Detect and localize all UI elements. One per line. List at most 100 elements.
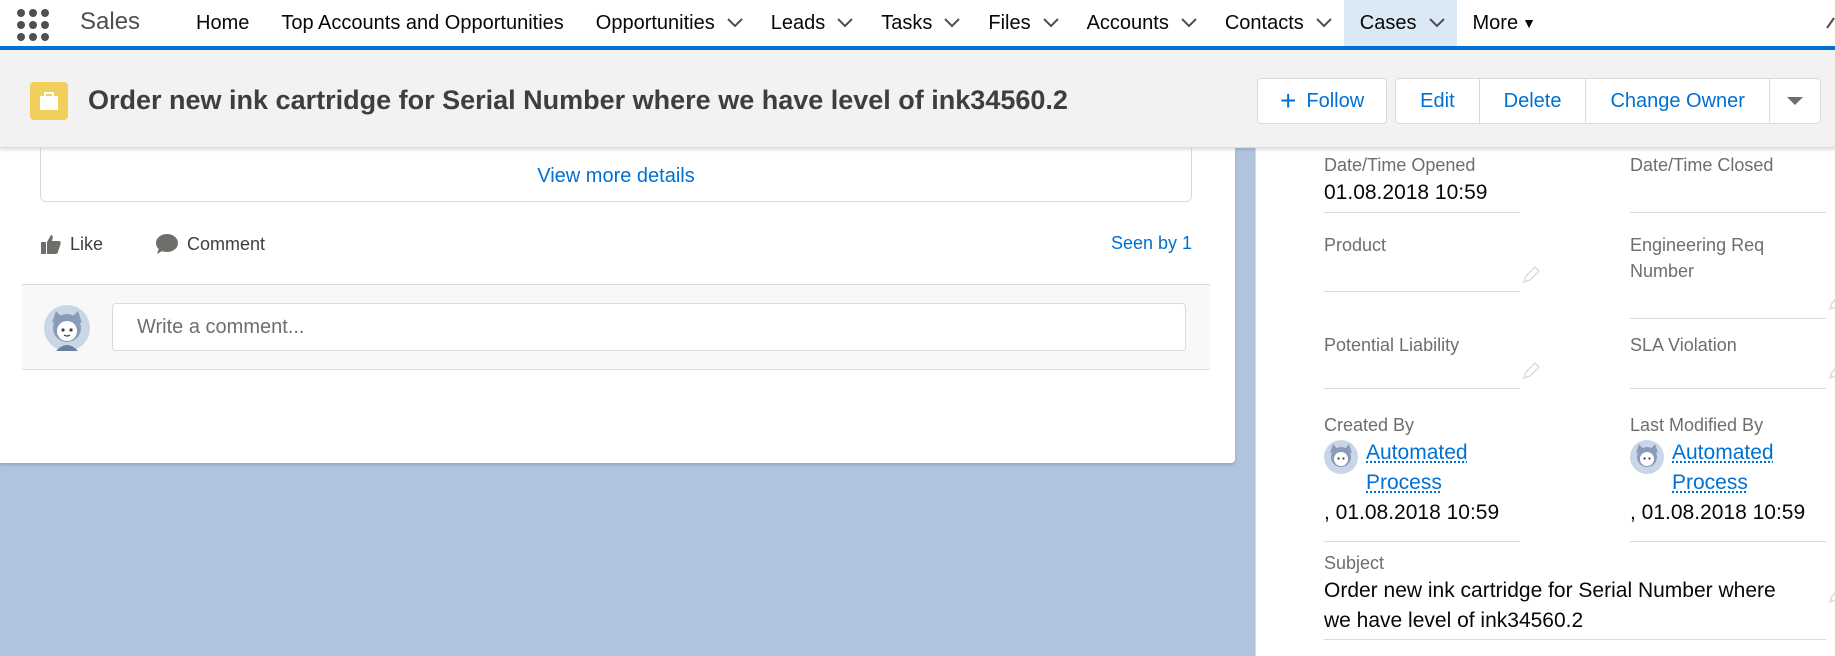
view-more-details-link[interactable]: View more details bbox=[41, 165, 1191, 188]
comment-button[interactable]: Comment bbox=[155, 233, 265, 255]
page-title: Order new ink cartridge for Serial Numbe… bbox=[88, 85, 1068, 115]
field-created-by: Created By Automated Process , 01.08.201… bbox=[1324, 412, 1524, 528]
delete-button[interactable]: Delete bbox=[1478, 78, 1587, 124]
nav-item-label: Home bbox=[196, 11, 250, 34]
comment-bubble-icon bbox=[156, 234, 178, 254]
nav-item-label: Files bbox=[988, 11, 1031, 34]
last-modified-by-user: Automated Process bbox=[1630, 438, 1830, 498]
field-value-line2: we have level of ink34560.2 bbox=[1324, 609, 1584, 632]
chevron-down-icon[interactable] bbox=[715, 18, 755, 28]
like-label: Like bbox=[70, 233, 104, 254]
chevron-down-icon[interactable] bbox=[1417, 18, 1457, 28]
field-date-closed: Date/Time Closed bbox=[1630, 152, 1826, 178]
field-divider bbox=[1630, 212, 1826, 213]
feed-card: View more details Like Comment Seen by 1 bbox=[0, 140, 1235, 463]
field-label: Potential Liability bbox=[1324, 335, 1460, 355]
like-button[interactable]: Like bbox=[40, 233, 103, 255]
nav-item-leads[interactable]: Leads bbox=[755, 0, 866, 46]
field-value: , 01.08.2018 10:59 bbox=[1324, 501, 1500, 524]
field-label: Date/Time Opened bbox=[1324, 155, 1476, 175]
caret-down-icon: ▼ bbox=[1522, 15, 1536, 31]
last-modified-by-link-line2[interactable]: Process bbox=[1672, 471, 1748, 494]
pencil-edit-icon[interactable] bbox=[1520, 264, 1542, 286]
chevron-down-icon bbox=[1786, 97, 1803, 105]
feed-actions: Like Comment Seen by 1 bbox=[40, 233, 1192, 263]
field-subject: Subject Order new ink cartridge for Seri… bbox=[1324, 550, 1794, 636]
created-by-link-line2[interactable]: Process bbox=[1366, 471, 1442, 494]
comment-composer bbox=[22, 284, 1210, 370]
field-divider bbox=[1630, 388, 1826, 389]
field-label: Subject bbox=[1324, 553, 1385, 573]
nav-item-label: Contacts bbox=[1224, 11, 1304, 34]
field-sla-violation: SLA Violation bbox=[1630, 332, 1826, 358]
comment-input[interactable] bbox=[112, 303, 1186, 351]
field-label: SLA Violation bbox=[1630, 335, 1737, 355]
field-date-opened: Date/Time Opened 01.08.2018 10:59 bbox=[1324, 152, 1508, 208]
field-value-line1: Order new ink cartridge for Serial Numbe… bbox=[1324, 579, 1776, 602]
action-button-group: Edit Delete Change Owner bbox=[1395, 78, 1821, 124]
record-actions: + Follow Edit Delete Change Owner bbox=[1257, 78, 1821, 124]
field-divider bbox=[1630, 318, 1826, 319]
nav-item-accounts[interactable]: Accounts bbox=[1071, 0, 1209, 46]
nav-item-cases[interactable]: Cases bbox=[1343, 0, 1457, 46]
last-modified-by-link-line1[interactable]: Automated bbox=[1672, 441, 1774, 464]
user-avatar-icon bbox=[44, 305, 90, 351]
nav-item-label: Tasks bbox=[881, 11, 933, 34]
chevron-down-icon[interactable] bbox=[1169, 18, 1209, 28]
created-by-link-line1[interactable]: Automated bbox=[1366, 441, 1468, 464]
field-label: Created By bbox=[1324, 415, 1415, 435]
pencil-edit-icon[interactable] bbox=[1826, 360, 1835, 382]
pencil-edit-icon[interactable] bbox=[1520, 360, 1542, 382]
follow-label: Follow bbox=[1306, 89, 1365, 112]
user-avatar-icon bbox=[1630, 440, 1664, 474]
nav-item-more[interactable]: More ▼ bbox=[1457, 0, 1552, 46]
feed-detail-box: View more details bbox=[40, 140, 1192, 202]
pencil-edit-icon[interactable] bbox=[1826, 291, 1835, 313]
user-name: Automated Process bbox=[1366, 438, 1468, 498]
field-divider bbox=[1324, 541, 1520, 542]
field-value: , 01.08.2018 10:59 bbox=[1630, 501, 1806, 524]
app-launcher-icon[interactable] bbox=[14, 6, 49, 41]
record-header: Order new ink cartridge for Serial Numbe… bbox=[0, 50, 1835, 148]
nav-item-contacts[interactable]: Contacts bbox=[1209, 0, 1344, 46]
field-divider bbox=[1324, 291, 1520, 292]
app-name: Sales bbox=[80, 8, 141, 35]
nav-item-label: Accounts bbox=[1086, 11, 1169, 34]
field-divider bbox=[1324, 212, 1520, 213]
field-label: Engineering Req Number bbox=[1630, 235, 1765, 281]
comment-label: Comment bbox=[187, 233, 266, 254]
nav-item-tasks[interactable]: Tasks bbox=[865, 0, 972, 46]
chevron-down-icon[interactable] bbox=[932, 18, 972, 28]
field-divider bbox=[1630, 541, 1826, 542]
nav-item-opportunities[interactable]: Opportunities bbox=[580, 0, 755, 46]
pencil-edit-icon[interactable] bbox=[1826, 584, 1835, 606]
nav-item-label: Top Accounts and Opportunities bbox=[281, 11, 564, 34]
field-last-modified-by: Last Modified By Automated Process , 01.… bbox=[1630, 412, 1830, 528]
more-actions-button[interactable] bbox=[1768, 78, 1821, 124]
field-value: 01.08.2018 10:59 bbox=[1324, 181, 1488, 204]
user-name: Automated Process bbox=[1672, 438, 1774, 498]
chevron-down-icon[interactable] bbox=[1031, 18, 1071, 28]
nav-item-files[interactable]: Files bbox=[972, 0, 1070, 46]
plus-icon: + bbox=[1280, 85, 1297, 116]
created-by-user: Automated Process bbox=[1324, 438, 1524, 498]
chevron-down-icon[interactable] bbox=[825, 18, 865, 28]
nav-item-top-accounts[interactable]: Top Accounts and Opportunities bbox=[265, 0, 579, 46]
field-label: Last Modified By bbox=[1630, 415, 1764, 435]
nav-item-label: Cases bbox=[1359, 11, 1417, 34]
change-owner-button[interactable]: Change Owner bbox=[1585, 78, 1770, 124]
field-label: Date/Time Closed bbox=[1630, 155, 1774, 175]
nav-item-home[interactable]: Home bbox=[180, 0, 265, 46]
follow-button[interactable]: + Follow bbox=[1257, 78, 1388, 124]
case-details-panel: Date/Time Opened 01.08.2018 10:59 Date/T… bbox=[1255, 148, 1835, 656]
field-divider bbox=[1324, 639, 1826, 640]
global-nav-bar: Sales Home Top Accounts and Opportunitie… bbox=[0, 0, 1835, 50]
seen-by-link[interactable]: Seen by 1 bbox=[1111, 233, 1192, 254]
field-potential-liability: Potential Liability bbox=[1324, 332, 1520, 358]
thumbs-up-icon bbox=[41, 235, 61, 254]
nav-item-label: More bbox=[1472, 11, 1519, 34]
chevron-down-icon[interactable] bbox=[1304, 18, 1344, 28]
edit-button[interactable]: Edit bbox=[1395, 78, 1480, 124]
field-product: Product bbox=[1324, 232, 1520, 258]
user-avatar-icon bbox=[1324, 440, 1358, 474]
